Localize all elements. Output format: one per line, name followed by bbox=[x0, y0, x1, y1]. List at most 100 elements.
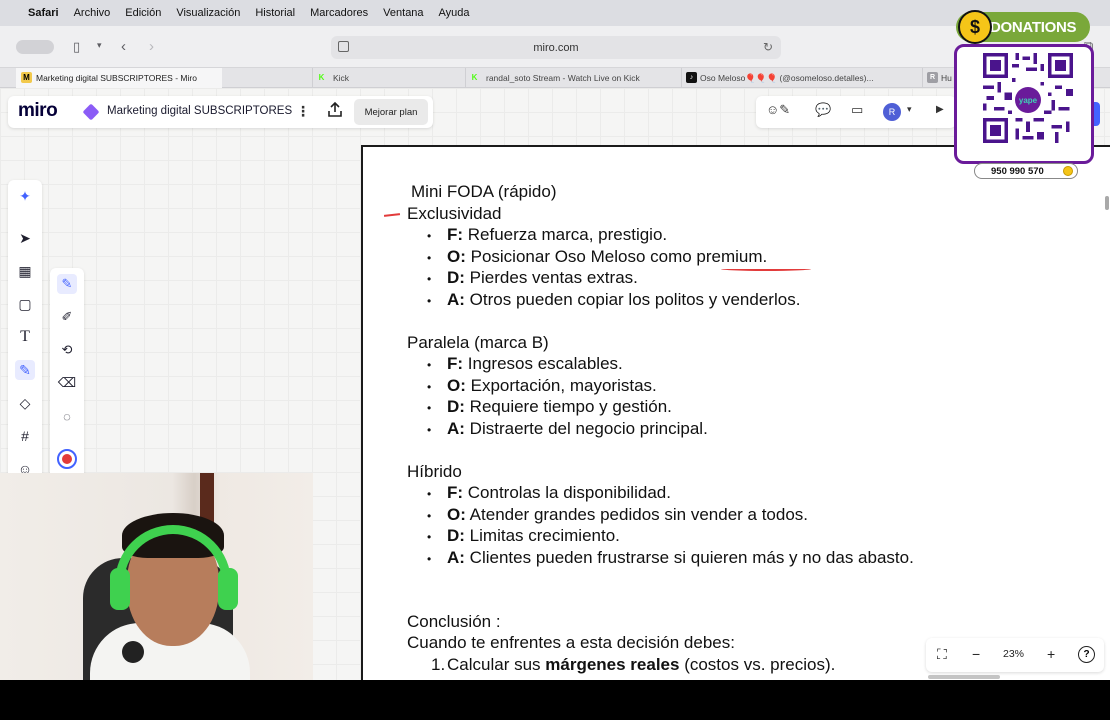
yape-logo: yape bbox=[1015, 87, 1041, 113]
smart-drawing-icon[interactable]: ⟲ bbox=[57, 340, 77, 360]
menu-item-ventana[interactable]: Ventana bbox=[383, 7, 423, 19]
select-cursor-icon[interactable]: ➤ bbox=[15, 228, 35, 248]
horizontal-scrollbar[interactable] bbox=[928, 675, 1000, 679]
bullet: • bbox=[427, 251, 432, 265]
conclusion-item: Calcular sus márgenes reales (costos vs.… bbox=[447, 655, 836, 674]
reactions-icon[interactable]: ☺✎ bbox=[766, 102, 790, 118]
tab-label: Oso Meloso🎈🎈🎈 (@osomeloso.detalles)... bbox=[700, 72, 874, 83]
conclusion-heading: Conclusión : bbox=[407, 612, 501, 631]
pen-tool-icon[interactable]: ✎ bbox=[15, 360, 35, 380]
bullet: • bbox=[427, 401, 432, 415]
list-item: A: Clientes pueden frustrarse si quieren… bbox=[447, 548, 914, 567]
menu-item-edicion[interactable]: Edición bbox=[125, 7, 161, 19]
zoom-out-icon[interactable]: − bbox=[972, 646, 980, 662]
zoom-controls: ⛶ − 23% + ? bbox=[926, 638, 1104, 672]
address-bar[interactable]: miro.com ↻ bbox=[331, 36, 781, 59]
templates-icon[interactable]: ▦ bbox=[15, 261, 35, 281]
red-underline-annotation bbox=[721, 267, 811, 271]
tiktok-favicon-icon: ♪ bbox=[686, 72, 697, 83]
pen-color-swatch[interactable] bbox=[57, 449, 77, 469]
tab-miro[interactable]: M Marketing digital SUBSCRIPTORES - Miro bbox=[16, 68, 222, 88]
text-tool-icon[interactable]: T bbox=[15, 327, 35, 347]
headset-ear-left bbox=[110, 568, 130, 610]
shapes-icon[interactable]: ◇ bbox=[15, 393, 35, 413]
section-heading: Paralela (marca B) bbox=[407, 333, 549, 352]
board-header: miro Marketing digital SUBSCRIPTORES ⋮ M… bbox=[8, 96, 433, 128]
chat-icon[interactable]: 💬 bbox=[815, 102, 831, 118]
help-icon[interactable]: ? bbox=[1078, 646, 1095, 663]
miro-favicon-icon: M bbox=[21, 72, 32, 83]
tab-favicon-icon: R bbox=[927, 72, 938, 83]
miro-logo[interactable]: miro bbox=[18, 100, 58, 122]
pen-options-toolbar: ✎ ✐ ⟲ ⌫ ◌ bbox=[50, 268, 84, 480]
menu-item-visualizacion[interactable]: Visualización bbox=[176, 7, 240, 19]
tab-group-pill[interactable] bbox=[16, 40, 54, 54]
pen-icon[interactable]: ✎ bbox=[57, 274, 77, 294]
export-icon[interactable] bbox=[326, 101, 344, 119]
menu-item-marcadores[interactable]: Marcadores bbox=[310, 7, 368, 19]
bullet: • bbox=[427, 272, 432, 286]
list-item: A: Distraerte del negocio principal. bbox=[447, 419, 708, 438]
video-call-icon[interactable]: ▭ bbox=[851, 102, 863, 118]
upgrade-plan-button[interactable]: Mejorar plan bbox=[354, 99, 428, 125]
bullet: • bbox=[427, 358, 432, 372]
eraser-icon[interactable]: ⌫ bbox=[57, 373, 77, 393]
present-icon[interactable]: ▶ bbox=[936, 104, 944, 115]
chevron-down-icon[interactable]: ▾ bbox=[97, 40, 102, 51]
tab-bar: M Marketing digital SUBSCRIPTORES - Miro… bbox=[0, 68, 1110, 88]
chevron-down-icon[interactable]: ▾ bbox=[907, 104, 912, 115]
sticky-note-icon[interactable]: ▢ bbox=[15, 294, 35, 314]
letterbox-bar bbox=[0, 680, 1110, 720]
list-item: D: Limitas crecimiento. bbox=[447, 526, 620, 545]
forward-icon[interactable]: › bbox=[149, 38, 154, 55]
avatar[interactable]: R bbox=[883, 103, 901, 121]
url-text: miro.com bbox=[533, 41, 579, 54]
tab-tiktok[interactable]: ♪ Oso Meloso🎈🎈🎈 (@osomeloso.detalles)... bbox=[681, 68, 887, 88]
section-heading: Híbrido bbox=[407, 462, 462, 481]
board-title[interactable]: Marketing digital SUBSCRIPTORES bbox=[107, 105, 292, 117]
highlighter-icon[interactable]: ✐ bbox=[57, 307, 77, 327]
sidebar-icon[interactable]: ▯ bbox=[73, 39, 80, 55]
tab-label: Hu bbox=[941, 73, 952, 83]
ai-sparkle-icon[interactable]: ✦ bbox=[15, 186, 35, 206]
more-options-icon[interactable]: ⋮ bbox=[296, 103, 310, 120]
browser-toolbar: ▯ ▾ ‹ › miro.com ↻ ⧉ bbox=[0, 26, 1110, 68]
back-icon[interactable]: ‹ bbox=[121, 38, 126, 55]
macos-menu-bar: Safari Archivo Edición Visualización His… bbox=[0, 0, 1110, 26]
vertical-scrollbar[interactable] bbox=[1105, 196, 1109, 210]
list-item: F: Ingresos escalables. bbox=[447, 354, 623, 373]
menu-item-historial[interactable]: Historial bbox=[255, 7, 295, 19]
zoom-in-icon[interactable]: + bbox=[1047, 646, 1055, 662]
bullet: • bbox=[427, 530, 432, 544]
list-item: F: Controlas la disponibilidad. bbox=[447, 483, 671, 502]
tab-label: Kick bbox=[333, 73, 350, 83]
reload-icon[interactable]: ↻ bbox=[763, 40, 773, 54]
menu-item-ayuda[interactable]: Ayuda bbox=[439, 7, 470, 19]
zoom-level[interactable]: 23% bbox=[1003, 648, 1024, 660]
phone-number: 950 990 570 bbox=[974, 163, 1078, 179]
menu-app-name[interactable]: Safari bbox=[28, 7, 59, 19]
document-title: Mini FODA (rápido) bbox=[411, 182, 557, 201]
bullet: • bbox=[427, 229, 432, 243]
webcam-overlay bbox=[0, 473, 313, 680]
bullet: • bbox=[427, 294, 432, 308]
headset-ear-right bbox=[218, 568, 238, 610]
tab-kick[interactable]: K Kick bbox=[312, 68, 462, 88]
frame-icon[interactable]: # bbox=[15, 426, 35, 446]
conclusion-intro: Cuando te enfrentes a esta decisión debe… bbox=[407, 633, 735, 652]
donations-overlay: DONATIONS $ yape 950 990 570 bbox=[952, 10, 1096, 182]
red-annotation-stroke bbox=[383, 213, 401, 217]
menu-item-archivo[interactable]: Archivo bbox=[74, 7, 111, 19]
tab-label: Marketing digital SUBSCRIPTORES - Miro bbox=[36, 73, 197, 83]
creation-toolbar: ✦ ➤ ▦ ▢ T ✎ ◇ # ☺ bbox=[8, 180, 42, 490]
bullet: • bbox=[427, 423, 432, 437]
lasso-icon[interactable]: ◌ bbox=[57, 406, 77, 426]
collaboration-toolbar: ☺✎ 💬 ▭ R ▾ ▶ bbox=[756, 96, 956, 128]
document-frame[interactable]: Mini FODA (rápido) Exclusividad • F: Ref… bbox=[361, 145, 1110, 680]
kick-favicon-icon: K bbox=[318, 73, 325, 82]
microphone-icon bbox=[122, 641, 144, 663]
page-settings-icon[interactable] bbox=[338, 41, 349, 52]
tab-kick-stream[interactable]: K randal_soto Stream - Watch Live on Kic… bbox=[465, 68, 677, 88]
bullet: • bbox=[427, 552, 432, 566]
fit-to-screen-icon[interactable]: ⛶ bbox=[937, 646, 947, 663]
